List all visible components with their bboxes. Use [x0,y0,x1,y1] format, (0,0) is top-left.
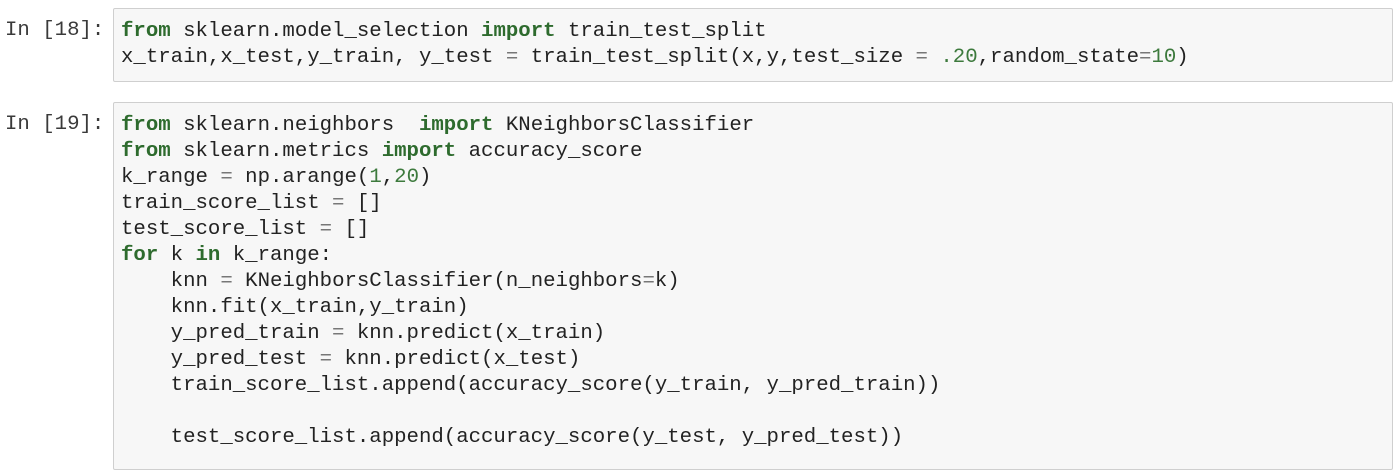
code-number: .20 [940,46,978,69]
code-line: test_score_list.append(accuracy_score(y_… [121,425,1392,451]
code-line: from sklearn.neighbors import KNeighbors… [121,113,1392,139]
code-operator: = [332,322,345,345]
code-text: KNeighborsClassifier [493,114,755,137]
code-text: y_pred_train [121,322,333,345]
code-input[interactable]: from sklearn.model_selection import trai… [113,8,1393,82]
code-line: y_pred_test = knn.predict(x_test) [121,347,1392,373]
code-text: x_train,x_test,y_train, y_test [121,46,506,69]
code-operator: = [1139,46,1152,69]
code-text: sklearn.model_selection [170,20,482,43]
code-text: sklearn.metrics [170,140,382,163]
code-text: accuracy_score [456,140,643,163]
code-text: , [381,166,395,189]
code-text: train_test_split [555,20,767,43]
code-text: k) [654,270,680,293]
code-text: [] [332,218,370,241]
code-line: train_score_list.append(accuracy_score(y… [121,373,1392,399]
code-text: ,random_state [977,46,1140,69]
code-text: test_score_list.append(accuracy_score(y_… [121,426,904,449]
code-keyword: for [121,244,159,267]
code-text: test_score_list [121,218,320,241]
cell-prompt: In [18]: [5,19,105,42]
code-operator: = [915,46,928,69]
code-line: knn = KNeighborsClassifier(n_neighbors=k… [121,269,1392,295]
code-text: sklearn.neighbors [170,114,419,137]
code-text: knn.predict(x_train) [344,322,606,345]
code-text: train_score_list [121,192,333,215]
code-input[interactable]: from sklearn.neighbors import KNeighbors… [113,102,1393,470]
code-operator: = [505,46,519,69]
code-text: ) [1176,46,1189,69]
code-text: knn.fit(x_train,y_train) [121,296,469,319]
code-text: k_range [121,166,221,189]
code-text: train_score_list.append(accuracy_score(y… [121,374,941,397]
code-line: x_train,x_test,y_train, y_test = train_t… [121,45,1392,71]
code-line: from sklearn.metrics import accuracy_sco… [121,139,1392,165]
code-text: [] [344,192,382,215]
code-number: 10 [1151,46,1177,69]
code-number: 1 [369,166,382,189]
code-number: 20 [394,166,419,189]
code-text: np.arange( [232,166,370,189]
code-line: knn.fit(x_train,y_train) [121,295,1392,321]
code-keyword: import [381,140,457,163]
code-keyword: import [481,20,556,43]
code-operator: = [642,270,655,293]
code-text: knn.predict(x_test) [332,348,581,371]
code-operator: = [319,348,333,371]
code-keyword: from [121,20,171,43]
code-text: y_pred_test [121,348,320,371]
code-line: test_score_list = [] [121,217,1392,243]
code-operator: = [220,166,233,189]
code-line: for k in k_range: [121,243,1392,269]
code-keyword: from [121,114,171,137]
code-text: knn [121,270,221,293]
code-line: y_pred_train = knn.predict(x_train) [121,321,1392,347]
code-text: k [158,244,196,267]
code-text: train_test_split(x,y,test_size [518,46,916,69]
code-keyword: from [121,140,171,163]
code-operator: = [220,270,233,293]
code-line: from sklearn.model_selection import trai… [121,19,1392,45]
code-keyword: import [418,114,494,137]
code-keyword: in [195,244,221,267]
code-line: k_range = np.arange(1,20) [121,165,1392,191]
code-text: KNeighborsClassifier(n_neighbors [232,270,643,293]
code-text: k_range: [220,244,333,267]
code-operator: = [332,192,345,215]
code-operator: = [319,218,333,241]
cell-prompt: In [19]: [5,113,105,136]
code-text: ) [419,166,432,189]
code-line: train_score_list = [] [121,191,1392,217]
